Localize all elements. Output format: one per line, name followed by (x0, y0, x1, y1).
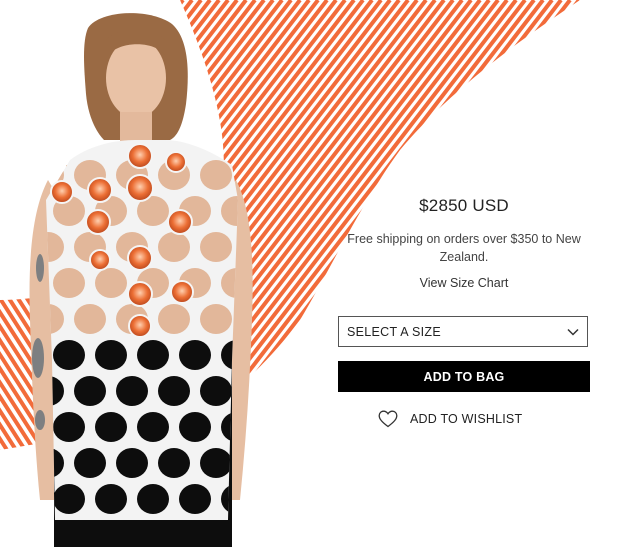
mesh-hole (137, 412, 169, 442)
mesh-hole (95, 268, 127, 298)
stripe-line (274, 0, 580, 440)
mesh-hole (95, 412, 127, 442)
add-to-wishlist-button[interactable]: ADD TO WISHLIST (378, 409, 522, 429)
orange-disc (87, 177, 113, 203)
orange-disc (127, 281, 153, 307)
orange-disc (89, 249, 111, 271)
size-select-value: SELECT A SIZE (347, 324, 441, 339)
mesh-hole (200, 448, 232, 478)
orange-disc (165, 151, 187, 173)
mesh-hole (74, 376, 106, 406)
shipping-note: Free shipping on orders over $350 to New… (347, 232, 581, 264)
model-face (106, 38, 166, 118)
orange-disc (50, 180, 74, 204)
mesh-hole (179, 484, 211, 514)
heart-icon (378, 410, 398, 428)
mesh-hole (179, 412, 211, 442)
product-price: $2850 USD (419, 196, 509, 215)
mesh-hole (158, 304, 190, 334)
mesh-hole (179, 340, 211, 370)
orange-disc (167, 209, 193, 235)
mesh-hole (137, 340, 169, 370)
orange-disc (85, 209, 111, 235)
chevron-down-icon (567, 328, 579, 336)
orange-disc (127, 143, 153, 169)
product-photo (29, 13, 253, 547)
mesh-hole (200, 232, 232, 262)
orange-disc (126, 174, 154, 202)
mesh-hole (53, 484, 85, 514)
product-page: $2850 USD Free shipping on orders over $… (0, 0, 640, 547)
mesh-hole (74, 448, 106, 478)
mesh-hole (158, 232, 190, 262)
mesh-hole (74, 304, 106, 334)
size-select[interactable]: SELECT A SIZE (338, 316, 588, 347)
mesh-hole (53, 340, 85, 370)
orange-disc (127, 245, 153, 271)
add-to-bag-button[interactable]: ADD TO BAG (338, 361, 590, 392)
mesh-hole (200, 376, 232, 406)
mesh-hole (116, 448, 148, 478)
mesh-hole (95, 340, 127, 370)
mesh-hole (53, 268, 85, 298)
orange-disc (128, 314, 152, 338)
mesh-hole (200, 160, 232, 190)
mesh-hole (137, 484, 169, 514)
mesh-hole (116, 376, 148, 406)
wishlist-label: ADD TO WISHLIST (410, 412, 523, 426)
mesh-hole (200, 304, 232, 334)
mesh-hole (158, 448, 190, 478)
orange-disc (170, 280, 194, 304)
view-size-chart-link[interactable]: View Size Chart (338, 276, 590, 290)
mesh-hole (158, 376, 190, 406)
mesh-hole (53, 412, 85, 442)
mesh-hole (95, 484, 127, 514)
